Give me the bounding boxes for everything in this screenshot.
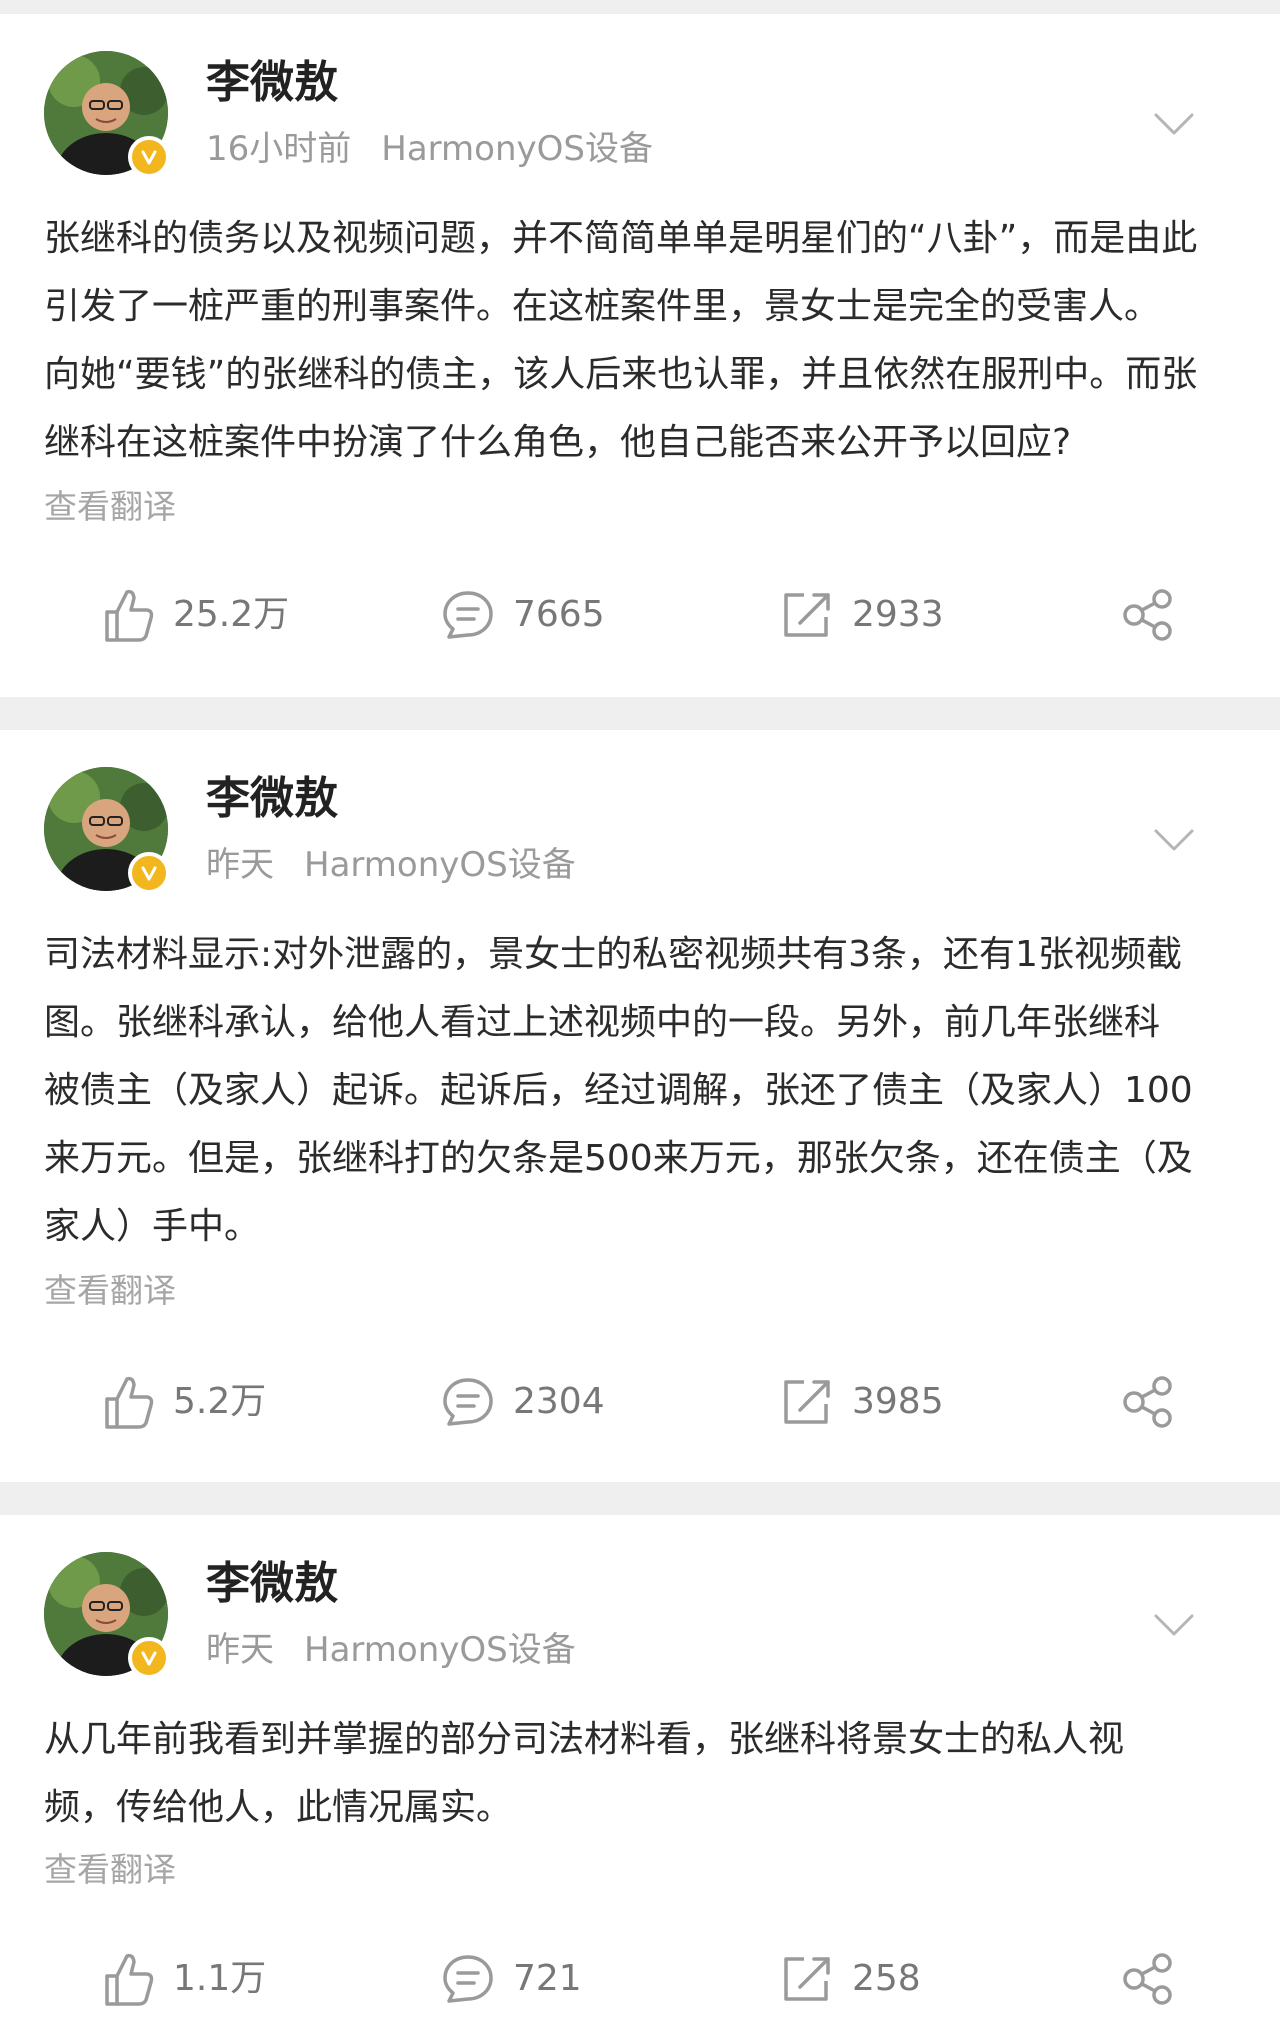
post-time: 昨天 — [206, 845, 274, 885]
thumbs-up-icon — [105, 589, 154, 642]
repost-count: 3985 — [852, 1381, 944, 1422]
action-bar: 1.1万 721 258 — [0, 1944, 1280, 2014]
comment-icon — [443, 1955, 493, 2003]
share-icon — [1123, 1376, 1172, 1428]
translate-link[interactable]: 查看翻译 — [44, 1269, 176, 1313]
share-button[interactable] — [1120, 580, 1176, 650]
post-content: 司法材料显示:对外泄露的，景女士的私密视频共有3条，还有1张视频截 图。张继科承… — [44, 934, 1193, 1247]
chevron-down-icon[interactable] — [1152, 1610, 1196, 1640]
comment-count: 721 — [513, 1958, 582, 1999]
translate-link[interactable]: 查看翻译 — [44, 1848, 176, 1892]
post-meta: 昨天 HarmonyOS设备 — [206, 843, 576, 887]
repost-count: 258 — [852, 1958, 921, 1999]
comment-icon — [443, 591, 493, 639]
username[interactable]: 李微敖 — [206, 772, 338, 826]
repost-icon — [784, 593, 830, 637]
weibo-feed: 李微敖 16小时前 HarmonyOS设备 张继科的债务以及视频问题，并不简简单单… — [0, 0, 1280, 2019]
post-meta: 昨天 HarmonyOS设备 — [206, 1628, 576, 1672]
post-source: HarmonyOS设备 — [304, 845, 576, 885]
like-count: 5.2万 — [173, 1381, 267, 1422]
like-button[interactable]: 1.1万 — [103, 1944, 266, 2014]
chevron-down-icon[interactable] — [1152, 825, 1196, 855]
post-content: 从几年前我看到并掌握的部分司法材料看，张继科将景女士的私人视 频，传给他人，此情… — [44, 1719, 1125, 1828]
share-button[interactable] — [1120, 1367, 1176, 1437]
share-button[interactable] — [1120, 1944, 1176, 2014]
comment-button[interactable]: 7665 — [441, 580, 605, 650]
comment-button[interactable]: 721 — [441, 1944, 582, 2014]
chevron-down-icon[interactable] — [1152, 109, 1196, 139]
repost-button[interactable]: 3985 — [780, 1367, 944, 1437]
post-meta: 16小时前 HarmonyOS设备 — [206, 127, 653, 171]
comment-button[interactable]: 2304 — [441, 1367, 605, 1437]
post-time: 昨天 — [206, 1630, 274, 1670]
repost-count: 2933 — [852, 594, 944, 635]
post-content: 张继科的债务以及视频问题，并不简简单单是明星们的“八卦”，而是由此 引发了一桩严… — [44, 218, 1198, 463]
like-button[interactable]: 25.2万 — [103, 580, 289, 650]
share-icon — [1123, 1953, 1172, 2005]
thumbs-up-icon — [105, 1953, 154, 2006]
comment-count: 7665 — [513, 594, 605, 635]
action-bar: 5.2万 2304 3985 — [0, 1367, 1280, 1437]
verified-badge-icon — [128, 852, 170, 894]
repost-icon — [784, 1380, 830, 1424]
username[interactable]: 李微敖 — [206, 56, 338, 110]
post-time: 16小时前 — [206, 129, 352, 169]
verified-badge-icon — [128, 136, 170, 178]
repost-button[interactable]: 258 — [780, 1944, 921, 2014]
like-button[interactable]: 5.2万 — [103, 1367, 266, 1437]
translate-link[interactable]: 查看翻译 — [44, 485, 176, 529]
comment-count: 2304 — [513, 1381, 605, 1422]
like-count: 1.1万 — [173, 1958, 267, 1999]
repost-button[interactable]: 2933 — [780, 580, 944, 650]
share-icon — [1123, 589, 1172, 641]
action-bar: 25.2万 7665 2933 — [0, 580, 1280, 650]
comment-icon — [443, 1378, 493, 1426]
like-count: 25.2万 — [173, 594, 290, 635]
username[interactable]: 李微敖 — [206, 1557, 338, 1611]
post-source: HarmonyOS设备 — [304, 1630, 576, 1670]
verified-badge-icon — [128, 1637, 170, 1679]
post-source: HarmonyOS设备 — [381, 129, 653, 169]
repost-icon — [784, 1957, 830, 2001]
thumbs-up-icon — [105, 1376, 154, 1429]
